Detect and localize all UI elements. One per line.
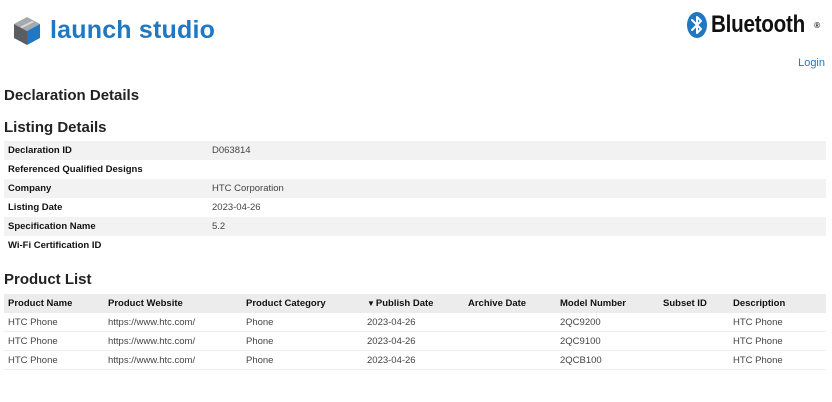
cell-product-name: HTC Phone [4,313,104,332]
col-archive-date[interactable]: Archive Date [464,294,556,313]
listing-row: Listing Date 2023-04-26 [4,198,826,217]
cell-product-name: HTC Phone [4,331,104,351]
product-row: HTC Phone https://www.htc.com/ Phone 202… [4,313,826,332]
cell-product-website: https://www.htc.com/ [104,350,242,370]
cell-product-category: Phone [242,350,363,370]
listing-label: Specification Name [8,221,96,232]
listing-label: Declaration ID [8,145,72,156]
product-row: HTC Phone https://www.htc.com/ Phone 202… [4,331,826,351]
bluetooth-wordmark: Bluetooth [710,11,805,38]
col-description[interactable]: Description [729,294,826,313]
listing-label: Company [8,183,52,194]
cell-description: HTC Phone [729,331,826,351]
listing-value: D063814 [212,145,251,156]
listing-row: Specification Name 5.2 [4,217,826,236]
col-product-name[interactable]: Product Name [4,294,104,313]
listing-row: Company HTC Corporation [4,179,826,198]
launch-studio-logo[interactable]: launch studio [12,13,215,47]
site-header: launch studio Bluetooth ® Login [0,0,832,69]
cell-subset-id [659,350,729,370]
registered-mark: ® [814,20,820,30]
launch-studio-logo-icon [14,17,40,45]
listing-value: 2023-04-26 [212,202,261,213]
bluetooth-icon [686,12,707,38]
listing-value: 5.2 [212,221,226,232]
sort-descending-icon: ▼ [367,299,375,308]
listing-value [208,236,826,255]
cell-model-number: 2QC9200 [556,313,659,332]
product-list-table: Product Name Product Website Product Cat… [4,294,826,370]
listing-value: HTC Corporation [212,183,284,194]
listing-label: Referenced Qualified Designs [8,164,143,175]
cell-product-name: HTC Phone [4,350,104,370]
listing-row: Wi-Fi Certification ID [4,236,826,255]
cell-publish-date: 2023-04-26 [363,350,464,370]
cell-publish-date: 2023-04-26 [363,313,464,332]
declaration-details-heading: Declaration Details [4,87,140,104]
listing-row: Referenced Qualified Designs [4,160,826,179]
product-list-heading: Product List [4,271,92,288]
product-header-row: Product Name Product Website Product Cat… [4,294,826,313]
login-link[interactable]: Login [798,57,825,69]
listing-label: Wi-Fi Certification ID [8,240,102,251]
col-subset-id[interactable]: Subset ID [659,294,729,313]
cell-model-number: 2QCB100 [556,350,659,370]
listing-label: Listing Date [8,202,63,213]
listing-details-heading: Listing Details [4,119,107,136]
col-product-website[interactable]: Product Website [104,294,242,313]
col-product-category[interactable]: Product Category [242,294,363,313]
listing-details-table: Declaration ID D063814 Referenced Qualif… [4,141,826,255]
cell-model-number: 2QC9100 [556,331,659,351]
product-row: HTC Phone https://www.htc.com/ Phone 202… [4,350,826,370]
cell-description: HTC Phone [729,313,826,332]
brand-name: launch studio [50,15,216,44]
cell-subset-id [659,313,729,332]
bluetooth-logo: Bluetooth ® [686,11,820,39]
cell-subset-id [659,331,729,351]
cell-product-category: Phone [242,313,363,332]
listing-row: Declaration ID D063814 [4,141,826,160]
cell-product-website: https://www.htc.com/ [104,313,242,332]
cell-archive-date [464,313,556,332]
col-publish-date-label: Publish Date [375,298,434,309]
cell-product-website: https://www.htc.com/ [104,331,242,351]
cell-archive-date [464,350,556,370]
listing-value [208,160,826,179]
col-publish-date[interactable]: ▼Publish Date [363,294,464,313]
cell-publish-date: 2023-04-26 [363,331,464,351]
cell-archive-date [464,331,556,351]
cell-description: HTC Phone [729,350,826,370]
cell-product-category: Phone [242,331,363,351]
col-model-number[interactable]: Model Number [556,294,659,313]
